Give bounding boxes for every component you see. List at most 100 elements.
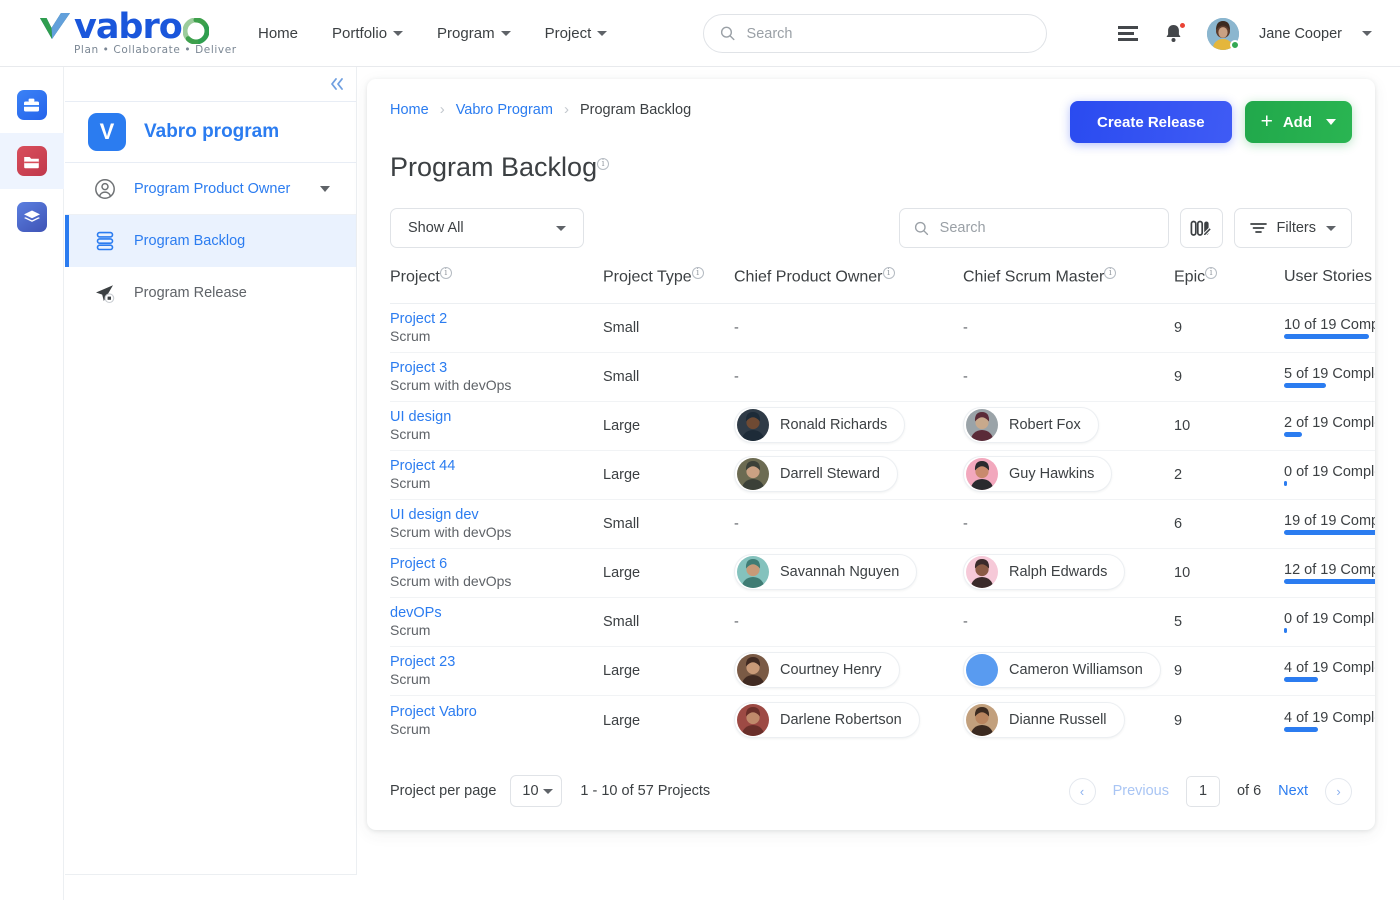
user-circle-icon [93,178,117,200]
columns-edit-button[interactable] [1179,208,1223,248]
show-all-select[interactable]: Show All [390,208,584,248]
empty-value: - [734,516,739,533]
rail-item-portfolio[interactable] [0,77,64,133]
person-chip-cpo[interactable]: Darlene Robertson [734,701,920,738]
table-search-input[interactable] [939,220,1154,236]
column-header-project-type[interactable]: Project Type i [603,267,734,305]
info-icon[interactable]: i [882,267,895,279]
chevron-down-icon [556,225,566,231]
info-icon[interactable]: i [691,267,704,279]
info-icon[interactable]: i [1205,267,1218,279]
filter-icon [1249,223,1267,233]
per-page-select[interactable]: 10 [510,775,563,807]
person-chip-csm[interactable]: Cameron Williamson [963,652,1161,689]
avatar[interactable] [1206,17,1240,50]
column-header-user-stories[interactable]: User Stories [1284,267,1375,305]
nav-item-program[interactable]: Program [437,25,511,42]
progress-fill [1284,432,1302,438]
user-menu-chevron-icon[interactable] [1362,31,1372,36]
person-chip-csm[interactable]: Dianne Russell [963,701,1125,738]
feed-icon[interactable] [1115,21,1141,47]
project-link[interactable]: Project Vabro [390,704,603,721]
sidebar-item-program-backlog[interactable]: Program Backlog [65,215,356,267]
column-header-chief-scrum-master[interactable]: Chief Scrum Master i [963,267,1174,305]
sidebar-item-program-product-owner[interactable]: Program Product Owner [65,163,356,215]
person-chip-csm[interactable]: Ralph Edwards [963,554,1126,591]
breadcrumb-home[interactable]: Home [390,102,429,118]
nav-item-home[interactable]: Home [258,25,298,42]
rail-item-program[interactable] [0,133,64,189]
project-link[interactable]: Project 23 [390,654,603,671]
table-row[interactable]: Project Vabro Scrum Large Darlene Robertson… [390,696,1375,745]
notifications-bell-icon[interactable] [1161,21,1187,47]
empty-value: - [734,369,739,386]
project-link[interactable]: devOPs [390,605,603,622]
info-icon[interactable]: i [597,158,610,170]
project-link[interactable]: Project 6 [390,556,603,573]
person-name: Guy Hawkins [1009,466,1095,483]
page-title-text: Program Backlog [390,152,598,182]
next-page-arrow-button[interactable]: › [1325,777,1352,805]
table-row[interactable]: UI design dev Scrum with devOps Small - -6 19… [390,499,1375,550]
breadcrumb-vabro-program[interactable]: Vabro Program [456,102,553,118]
project-framework: Scrum with devOps [390,573,512,590]
nav-item-portfolio[interactable]: Portfolio [332,25,404,42]
project-link[interactable]: Project 2 [390,311,603,328]
sidebar-item-program-release[interactable]: Program Release [65,267,356,319]
avatar [966,703,998,736]
table-row[interactable]: Project 44 Scrum Large Darrell Steward Guy H… [390,450,1375,501]
table-row[interactable]: devOPsScrumSmall--50 of 19 Completed [390,597,1375,648]
global-search-input[interactable] [746,25,1030,42]
pagination-range: 1 - 10 of 57 Projects [580,783,711,799]
table-row[interactable]: Project 2ScrumSmall--910 of 19 Completed [390,303,1375,354]
sidebar-header[interactable]: V Vabro program [65,101,356,163]
person-chip-csm[interactable]: Robert Fox [963,407,1099,444]
sidebar-collapse-button[interactable] [65,67,356,101]
chevron-down-icon[interactable] [1326,119,1336,125]
table-row[interactable]: Project 23 Scrum Large Courtney Henry Camero… [390,646,1375,697]
program-folder-icon [16,146,47,176]
person-chip-cpo[interactable]: Savannah Nguyen [734,554,918,591]
left-rail [0,67,64,900]
table-search[interactable] [898,208,1169,248]
table-row[interactable]: UI design Scrum Large Ronald Richards Robert… [390,401,1375,452]
person-name: Darrell Steward [780,466,880,483]
project-link[interactable]: Project 3 [390,360,603,377]
table-row[interactable]: Project 3 Scrum with devOps Small - -9 5 of 1… [390,352,1375,403]
add-label: Add [1282,113,1312,131]
global-search[interactable] [703,14,1047,53]
project-link[interactable]: UI design [390,409,603,426]
create-release-button[interactable]: Create Release [1069,101,1232,143]
column-header-epic[interactable]: Epic i [1174,267,1284,305]
table-row[interactable]: Project 6 Scrum with devOps Large Savannah … [390,548,1375,599]
page-number-input[interactable] [1185,775,1220,807]
filters-button[interactable]: Filters [1233,208,1352,248]
rail-item-project[interactable] [0,189,64,245]
cell-project: Project 2 Scrum [390,303,603,354]
previous-page-label[interactable]: Previous [1113,783,1169,799]
project-link[interactable]: Project 44 [390,458,603,475]
user-stories-label: 0 of 19 Completed [1284,464,1375,481]
add-button[interactable]: + Add [1244,101,1352,143]
chevron-down-icon[interactable] [320,185,330,192]
column-header-chief-product-owner[interactable]: Chief Product Owner i [734,267,963,305]
info-icon[interactable]: i [439,267,452,279]
person-chip-cpo[interactable]: Darrell Steward [734,456,898,493]
info-icon[interactable]: i [1104,267,1117,279]
project-link[interactable]: UI design dev [390,507,603,524]
cell-project: Project 44 Scrum [390,450,603,501]
person-chip-cpo[interactable]: Ronald Richards [734,407,906,444]
person-chip-cpo[interactable]: Courtney Henry [734,652,900,689]
breadcrumb-separator-icon: › [563,101,569,118]
filters-label: Filters [1276,220,1316,236]
progress-track [1284,628,1375,634]
brand-logo[interactable]: vabro Plan • Collaborate • Deliver [38,8,238,56]
previous-page-arrow-button[interactable]: ‹ [1068,777,1096,805]
avatar [737,703,769,736]
column-label: Epic [1174,268,1206,286]
nav-item-project[interactable]: Project [545,25,608,42]
next-page-label[interactable]: Next [1278,783,1308,799]
person-chip-csm[interactable]: Guy Hawkins [963,456,1113,493]
project-framework: Scrum [390,426,431,443]
column-header-project[interactable]: Project i [390,267,603,305]
